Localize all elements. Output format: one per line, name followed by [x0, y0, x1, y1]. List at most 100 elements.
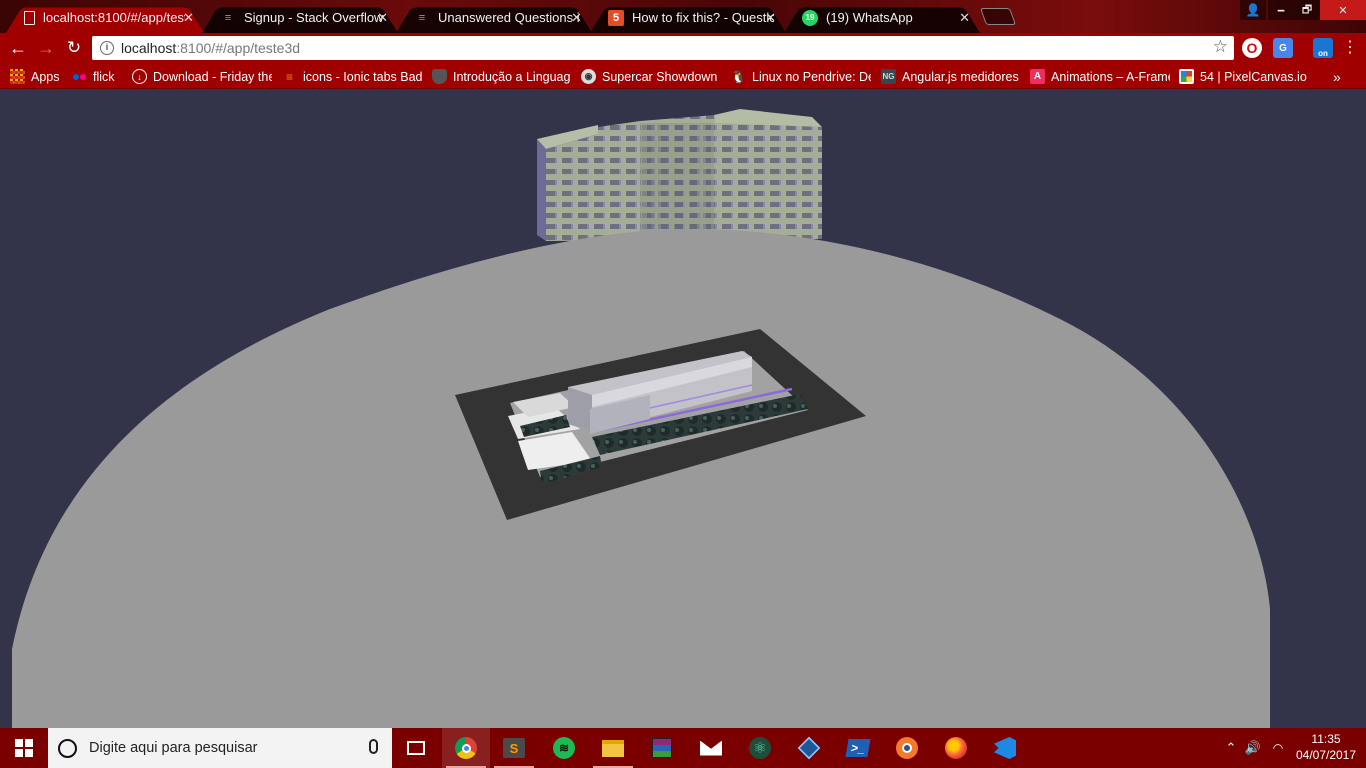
tab-localhost[interactable]: localhost:8100/#/app/teste3d ✕	[6, 2, 204, 33]
stackoverflow-icon: ≡	[224, 11, 232, 24]
spotify-icon: ≋	[553, 737, 575, 759]
info-icon[interactable]: i	[100, 41, 114, 55]
address-bar[interactable]: i localhost:8100/#/app/teste3d ☆	[92, 36, 1234, 60]
sublime-icon: S	[503, 738, 525, 758]
taskbar-powershell[interactable]: >_	[834, 728, 882, 768]
tab-signup-stackoverflow[interactable]: ≡ Signup - Stack Overflow ✕	[202, 2, 398, 33]
tab-title: Signup - Stack Overflow	[244, 10, 384, 25]
start-button[interactable]	[0, 728, 48, 768]
page-icon	[24, 10, 35, 25]
taskbar-winrar[interactable]	[638, 728, 686, 768]
tab-how-to-fix[interactable]: 5 How to fix this? - Questio ✕	[590, 2, 786, 33]
close-window-button[interactable]: ✕	[1320, 0, 1366, 20]
close-icon[interactable]: ✕	[765, 10, 776, 26]
browser-toolbar: ← → ↻ i localhost:8100/#/app/teste3d ☆ O…	[0, 33, 1366, 63]
extension-on-icon[interactable]: on	[1313, 38, 1333, 58]
menu-button[interactable]: ⋮	[1340, 38, 1360, 58]
bookmark-label: Linux no Pendrive: De	[752, 69, 871, 84]
close-icon[interactable]: ✕	[183, 10, 194, 26]
stackoverflow-icon: ≡	[418, 11, 426, 24]
tower-side	[537, 139, 546, 241]
winrar-icon	[652, 738, 672, 758]
task-view-icon	[407, 741, 425, 755]
bookmark-label: Animations – A-Frame	[1051, 69, 1170, 84]
bookmark-pixelcanvas[interactable]: 54 | PixelCanvas.io	[1179, 68, 1319, 85]
3d-viewport[interactable]	[0, 89, 1366, 728]
arrow-left-icon: ←	[9, 38, 27, 58]
taskbar-mail[interactable]	[687, 728, 735, 768]
virtualbox-icon	[797, 736, 821, 760]
volume-button[interactable]: 🔊	[1244, 728, 1262, 768]
windows-logo-icon	[15, 739, 33, 757]
tab-title: localhost:8100/#/app/teste3d	[43, 10, 185, 25]
close-icon[interactable]: ✕	[959, 10, 970, 26]
3d-scene[interactable]	[0, 89, 1366, 728]
chevron-up-icon: ⌃	[1225, 740, 1237, 755]
back-button[interactable]: ←	[8, 38, 28, 58]
bookmark-introducao[interactable]: Introdução a Linguag	[432, 68, 572, 85]
bookmarks-bar: Apps flick ↓ Download - Friday the ≡ ico…	[0, 63, 1366, 89]
tray-overflow-button[interactable]: ⌃	[1222, 728, 1240, 768]
bookmark-supercar[interactable]: ◉ Supercar Showdown	[581, 68, 721, 85]
profile-icon[interactable]: 👤	[1240, 0, 1266, 20]
bookmark-label: Apps	[31, 69, 60, 84]
restore-button[interactable]: 🗗	[1294, 0, 1320, 20]
bookmark-label: Introdução a Linguag	[453, 69, 571, 84]
whatsapp-icon: 19	[802, 9, 818, 26]
shield-icon	[432, 69, 447, 84]
windows-taskbar: Digite aqui para pesquisar S ≋ ⚛ >_ ⌃ 🔊 …	[0, 728, 1366, 768]
address-url: localhost:8100/#/app/teste3d	[121, 40, 300, 56]
bookmark-aframe-animations[interactable]: A Animations – A-Frame	[1030, 68, 1170, 85]
close-icon[interactable]: ✕	[377, 10, 388, 26]
bookmark-overflow-button[interactable]: »	[1333, 68, 1347, 85]
new-tab-button[interactable]	[979, 8, 1017, 25]
tower-mid-section	[640, 123, 714, 241]
taskbar-virtualbox[interactable]	[785, 728, 833, 768]
wifi-icon: ◠	[1272, 741, 1284, 755]
tab-unanswered-questions[interactable]: ≡ Unanswered Questions in ✕	[396, 2, 592, 33]
taskbar-chrome[interactable]	[442, 728, 490, 768]
taskbar-spotify[interactable]: ≋	[540, 728, 588, 768]
taskbar-vscode[interactable]	[981, 728, 1029, 768]
microphone-icon[interactable]	[369, 739, 378, 754]
translate-icon[interactable]: G	[1273, 38, 1293, 58]
taskbar-search[interactable]: Digite aqui para pesquisar	[48, 728, 392, 768]
screen: localhost:8100/#/app/teste3d ✕ ≡ Signup …	[0, 0, 1366, 768]
chrome-icon	[455, 737, 477, 759]
atom-icon: ⚛	[749, 737, 771, 759]
apps-grid-icon	[10, 69, 25, 84]
taskbar-blender[interactable]	[883, 728, 931, 768]
taskbar-sublime[interactable]: S	[490, 728, 538, 768]
network-button[interactable]: ◠	[1268, 728, 1288, 768]
task-view-button[interactable]	[392, 728, 440, 768]
mail-icon	[700, 740, 722, 756]
bookmark-flick[interactable]: flick	[72, 68, 124, 85]
bookmark-label: icons - Ionic tabs Bad	[303, 69, 422, 84]
reload-button[interactable]: ↻	[64, 38, 84, 58]
clock-date: 04/07/2017	[1295, 748, 1357, 762]
restore-icon: 🗗	[1301, 3, 1313, 16]
forward-button[interactable]: →	[36, 38, 56, 58]
tux-icon: 🐧	[731, 69, 746, 84]
file-explorer-icon	[602, 739, 624, 757]
tab-whatsapp[interactable]: 19 (19) WhatsApp ✕	[784, 2, 980, 33]
chevron-double-right-icon: »	[1333, 68, 1341, 85]
bookmark-download-friday[interactable]: ↓ Download - Friday the	[132, 68, 272, 85]
bookmark-linux-pendrive[interactable]: 🐧 Linux no Pendrive: De	[731, 68, 871, 85]
opera-icon[interactable]: O	[1242, 38, 1262, 58]
bookmark-apps[interactable]: Apps	[10, 68, 68, 85]
bookmark-label: flick	[93, 69, 115, 84]
close-icon[interactable]: ✕	[571, 10, 582, 26]
pixelcanvas-icon	[1179, 69, 1194, 84]
taskbar-firefox[interactable]	[932, 728, 980, 768]
minimize-button[interactable]: 🗕	[1268, 0, 1294, 20]
flickr-icon	[72, 69, 87, 84]
bookmark-angular-medidores[interactable]: NG Angular.js medidores	[881, 68, 1023, 85]
tab-title: How to fix this? - Questio	[632, 10, 774, 25]
taskbar-atom[interactable]: ⚛	[736, 728, 784, 768]
search-placeholder: Digite aqui para pesquisar	[89, 740, 258, 756]
star-icon[interactable]: ☆	[1213, 37, 1228, 57]
bookmark-ionic-tabs[interactable]: ≡ icons - Ionic tabs Bad	[282, 68, 422, 85]
taskbar-file-explorer[interactable]	[589, 728, 637, 768]
taskbar-clock[interactable]: 11:35 04/07/2017	[1292, 731, 1360, 763]
